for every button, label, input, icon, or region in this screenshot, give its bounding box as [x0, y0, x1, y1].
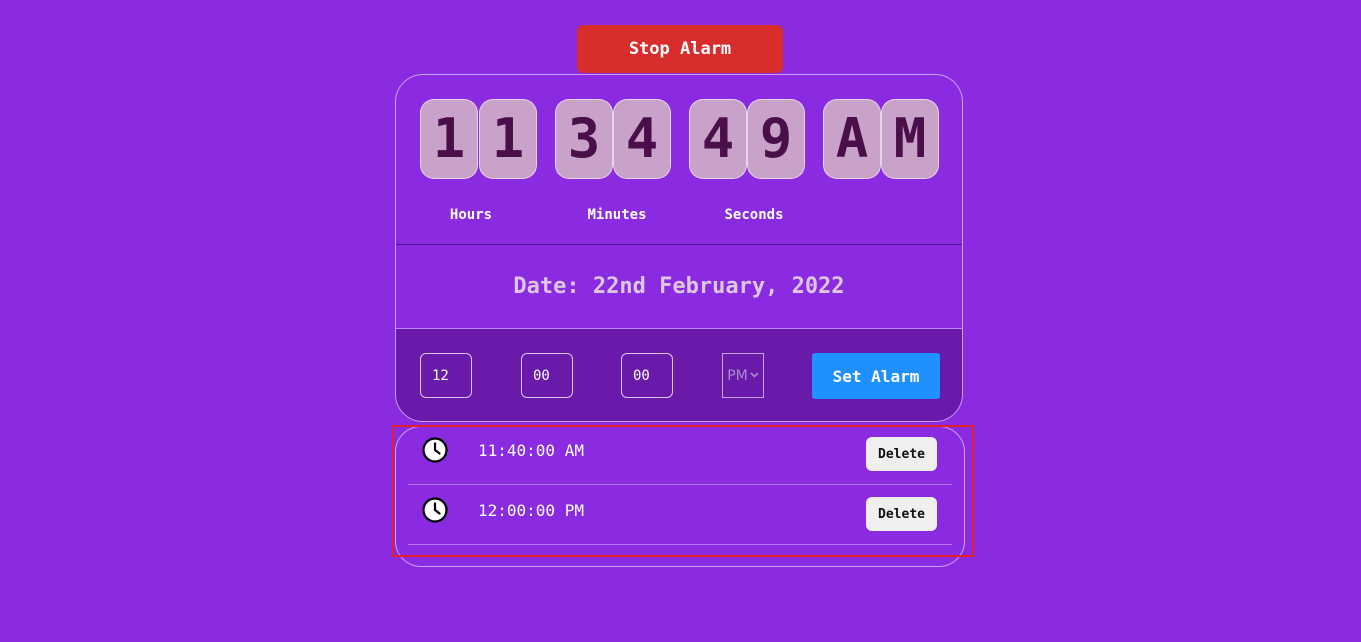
- alarm-list-item: 12:00:00 PM Delete: [408, 484, 952, 545]
- alarm-time: 12:00:00 PM: [478, 501, 584, 520]
- minute-digit-1: 3: [555, 99, 613, 179]
- second-input[interactable]: [621, 353, 673, 398]
- second-digit-2: 9: [747, 99, 805, 179]
- ampm-letter-2: M: [881, 99, 939, 179]
- date-display: Date: 22nd February, 2022: [396, 244, 962, 329]
- clock-card: 1 1 3 4 4 9 A M Hours Minutes Seconds Da…: [395, 74, 963, 422]
- set-alarm-form: PM Set Alarm: [396, 329, 962, 421]
- delete-alarm-button[interactable]: Delete: [866, 437, 937, 471]
- hour-digit-2: 1: [479, 99, 537, 179]
- set-alarm-button[interactable]: Set Alarm: [812, 353, 940, 399]
- clock-display: 1 1 3 4 4 9 A M Hours Minutes Seconds: [396, 75, 962, 245]
- chevron-down-icon: [750, 371, 759, 381]
- ampm-select-value: PM: [727, 367, 748, 384]
- clock-icon: [422, 497, 448, 523]
- seconds-label: Seconds: [724, 207, 784, 223]
- second-digit-1: 4: [689, 99, 747, 179]
- stop-alarm-button[interactable]: Stop Alarm: [577, 25, 783, 73]
- alarm-list-item: 11:40:00 AM Delete: [408, 424, 952, 485]
- alarm-time: 11:40:00 AM: [478, 441, 584, 460]
- minute-digit-2: 4: [613, 99, 671, 179]
- minutes-label: Minutes: [587, 207, 647, 223]
- ampm-select[interactable]: PM: [722, 353, 764, 398]
- hour-digit-1: 1: [420, 99, 478, 179]
- ampm-letter-1: A: [823, 99, 881, 179]
- date-text: Date: 22nd February, 2022: [513, 273, 845, 299]
- hours-label: Hours: [449, 207, 493, 223]
- clock-icon: [422, 437, 448, 463]
- delete-alarm-button[interactable]: Delete: [866, 497, 937, 531]
- minute-input[interactable]: [521, 353, 573, 398]
- hour-input[interactable]: [420, 353, 472, 398]
